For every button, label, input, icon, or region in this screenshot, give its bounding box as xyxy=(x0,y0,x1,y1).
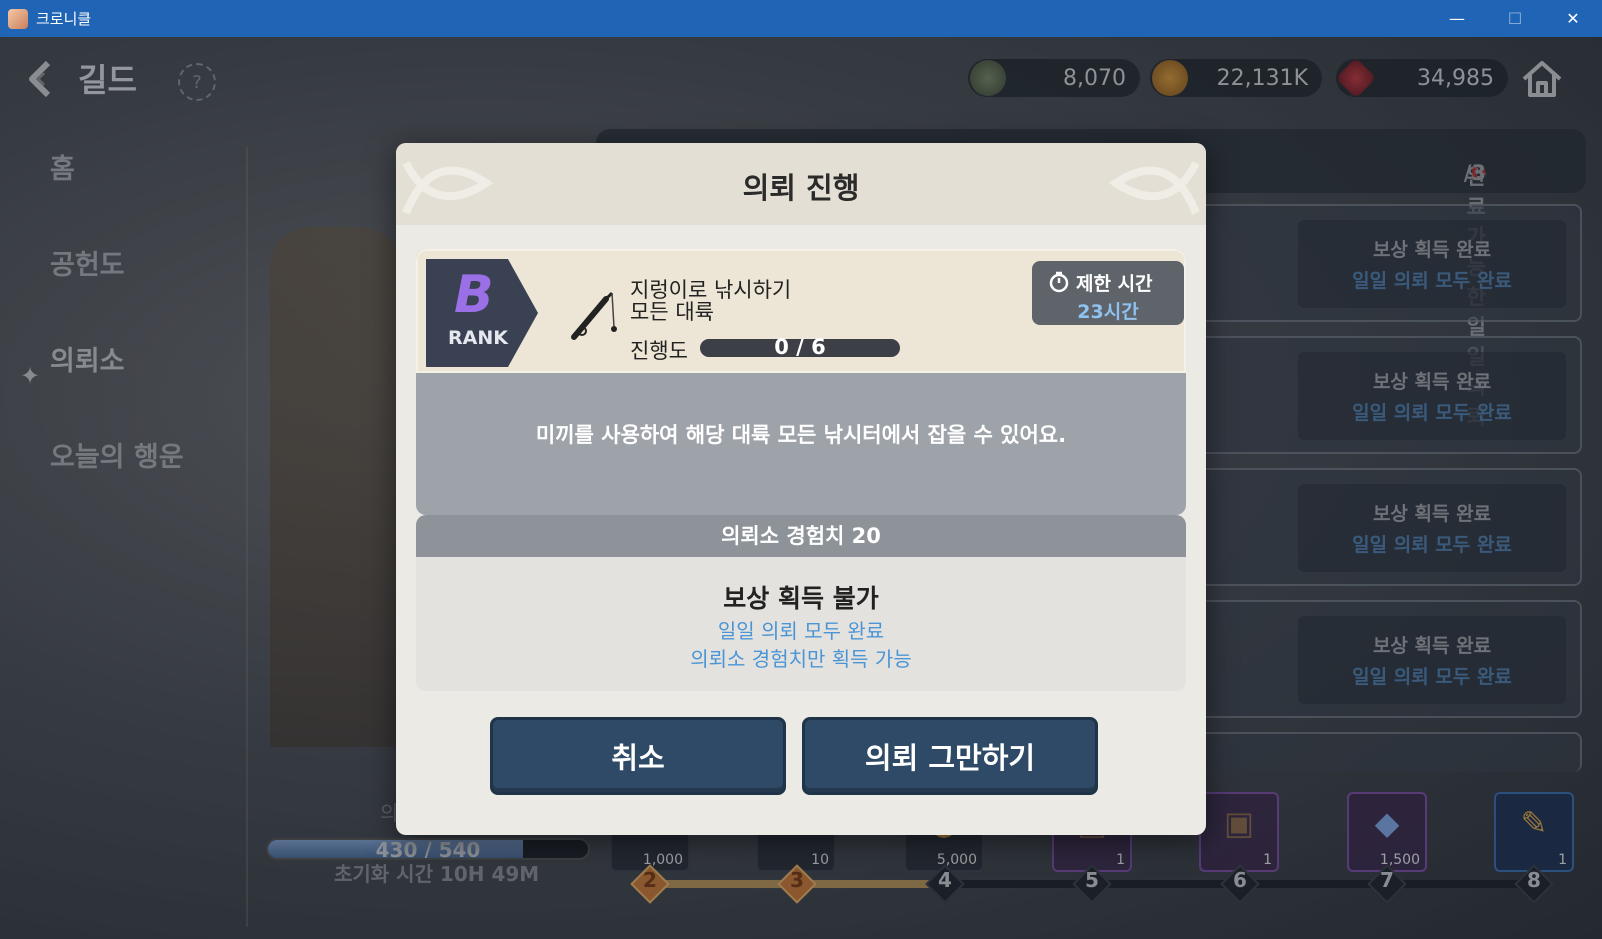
game-screen: 길드 ? 8,070 22,131K 34,985 홈 공헌도 의뢰소 오늘의 … xyxy=(0,37,1602,939)
reward-note: 의뢰소 경험치만 획득 가능 xyxy=(690,647,912,671)
stop-request-button[interactable]: 의뢰 그만하기 xyxy=(802,717,1098,795)
window-title: 크로니클 xyxy=(36,10,92,28)
reward-status: 보상 획득 불가 xyxy=(723,584,879,613)
dialog-header: 의뢰 진행 xyxy=(396,143,1206,225)
app-icon xyxy=(8,8,28,29)
quest-progress-bar: 0 / 6 xyxy=(700,335,900,359)
reward-info: 의뢰소 경험치 20 보상 획득 불가 일일 의뢰 모두 완료 의뢰소 경험치만… xyxy=(416,515,1186,691)
rank-label: RANK xyxy=(448,327,508,349)
quest-summary: B RANK 지렁이로 낚시하기 모든 대륙 진행도 0 / 6 제한 시간 2… xyxy=(416,249,1186,373)
dialog-title: 의뢰 진행 xyxy=(742,171,860,205)
title-bar: 크로니클 — ☐ ✕ xyxy=(0,0,1602,37)
reward-note: 일일 의뢰 모두 완료 xyxy=(717,619,885,643)
rank-letter: B xyxy=(454,265,494,325)
fishing-rod-icon xyxy=(571,291,617,340)
quest-progress-dialog: 의뢰 진행 B RANK 지렁이로 낚시하기 모든 대륙 진행도 0 / 6 제… xyxy=(396,143,1206,835)
quest-info: B RANK 지렁이로 낚시하기 모든 대륙 진행도 0 / 6 제한 시간 2… xyxy=(416,249,1186,515)
reward-header: 의뢰소 경험치 20 xyxy=(416,515,1186,557)
quest-description: 미끼를 사용하여 해당 대륙 모든 낚시터에서 잡을 수 있어요. xyxy=(535,423,1067,447)
maximize-button[interactable]: ☐ xyxy=(1486,0,1544,37)
quest-progress-label: 진행도 xyxy=(630,339,688,363)
stopwatch-icon xyxy=(1049,271,1069,293)
minimize-button[interactable]: — xyxy=(1428,0,1486,37)
close-button[interactable]: ✕ xyxy=(1544,0,1602,37)
cancel-button[interactable]: 취소 xyxy=(490,717,786,795)
quest-name: 지렁이로 낚시하기 모든 대륙 xyxy=(630,278,792,324)
time-limit-badge: 제한 시간 23시간 xyxy=(1032,261,1184,325)
